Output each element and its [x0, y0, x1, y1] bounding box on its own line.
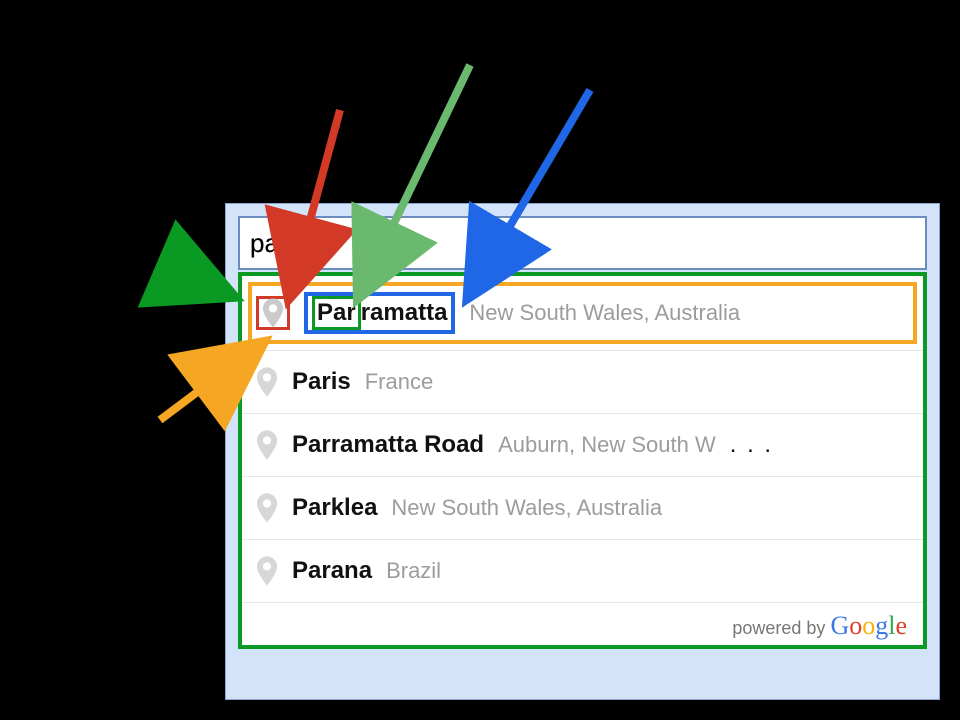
suggestion-item[interactable]: Parramatta Road Auburn, New South W . . … — [242, 414, 923, 477]
search-input-wrapper: par — [238, 216, 927, 270]
suggestion-main: Paris — [292, 368, 351, 396]
pin-icon — [262, 298, 284, 328]
suggestion-main: Parramatta Road — [292, 431, 484, 459]
suggestion-secondary: New South Wales, Australia — [469, 300, 740, 326]
pin-icon — [256, 367, 278, 397]
suggestion-main: Parklea — [292, 494, 377, 522]
suggestion-item[interactable]: Parklea New South Wales, Australia — [242, 477, 923, 540]
arrow-green-container — [160, 265, 230, 295]
suggestion-secondary: Auburn, New South W — [498, 432, 716, 458]
autocomplete-window: par Parramatta New South Wales, Australi… — [225, 203, 940, 700]
pin-icon — [256, 430, 278, 460]
footer-prefix: powered by — [732, 618, 825, 638]
dropdown-footer: powered by Google — [242, 603, 923, 645]
search-input[interactable] — [238, 216, 927, 270]
truncation-ellipsis: . . . — [730, 431, 773, 459]
pin-icon — [256, 493, 278, 523]
suggestion-item[interactable]: Paris France — [242, 351, 923, 414]
suggestion-secondary: Brazil — [386, 558, 441, 584]
suggestion-main: Parramatta — [304, 292, 455, 334]
suggestion-secondary: New South Wales, Australia — [391, 495, 662, 521]
suggestions-dropdown: Parramatta New South Wales, Australia Pa… — [238, 272, 927, 649]
suggestion-item[interactable]: Parana Brazil — [242, 540, 923, 603]
icon-highlight-box — [256, 296, 290, 330]
suggestion-main: Parana — [292, 557, 372, 585]
query-highlight-box: Par — [312, 296, 361, 330]
match-highlight-box: Parramatta — [304, 292, 455, 334]
suggestion-secondary: France — [365, 369, 433, 395]
pin-icon — [256, 556, 278, 586]
google-logo: Google — [830, 611, 907, 640]
suggestion-item[interactable]: Parramatta New South Wales, Australia — [242, 276, 923, 351]
